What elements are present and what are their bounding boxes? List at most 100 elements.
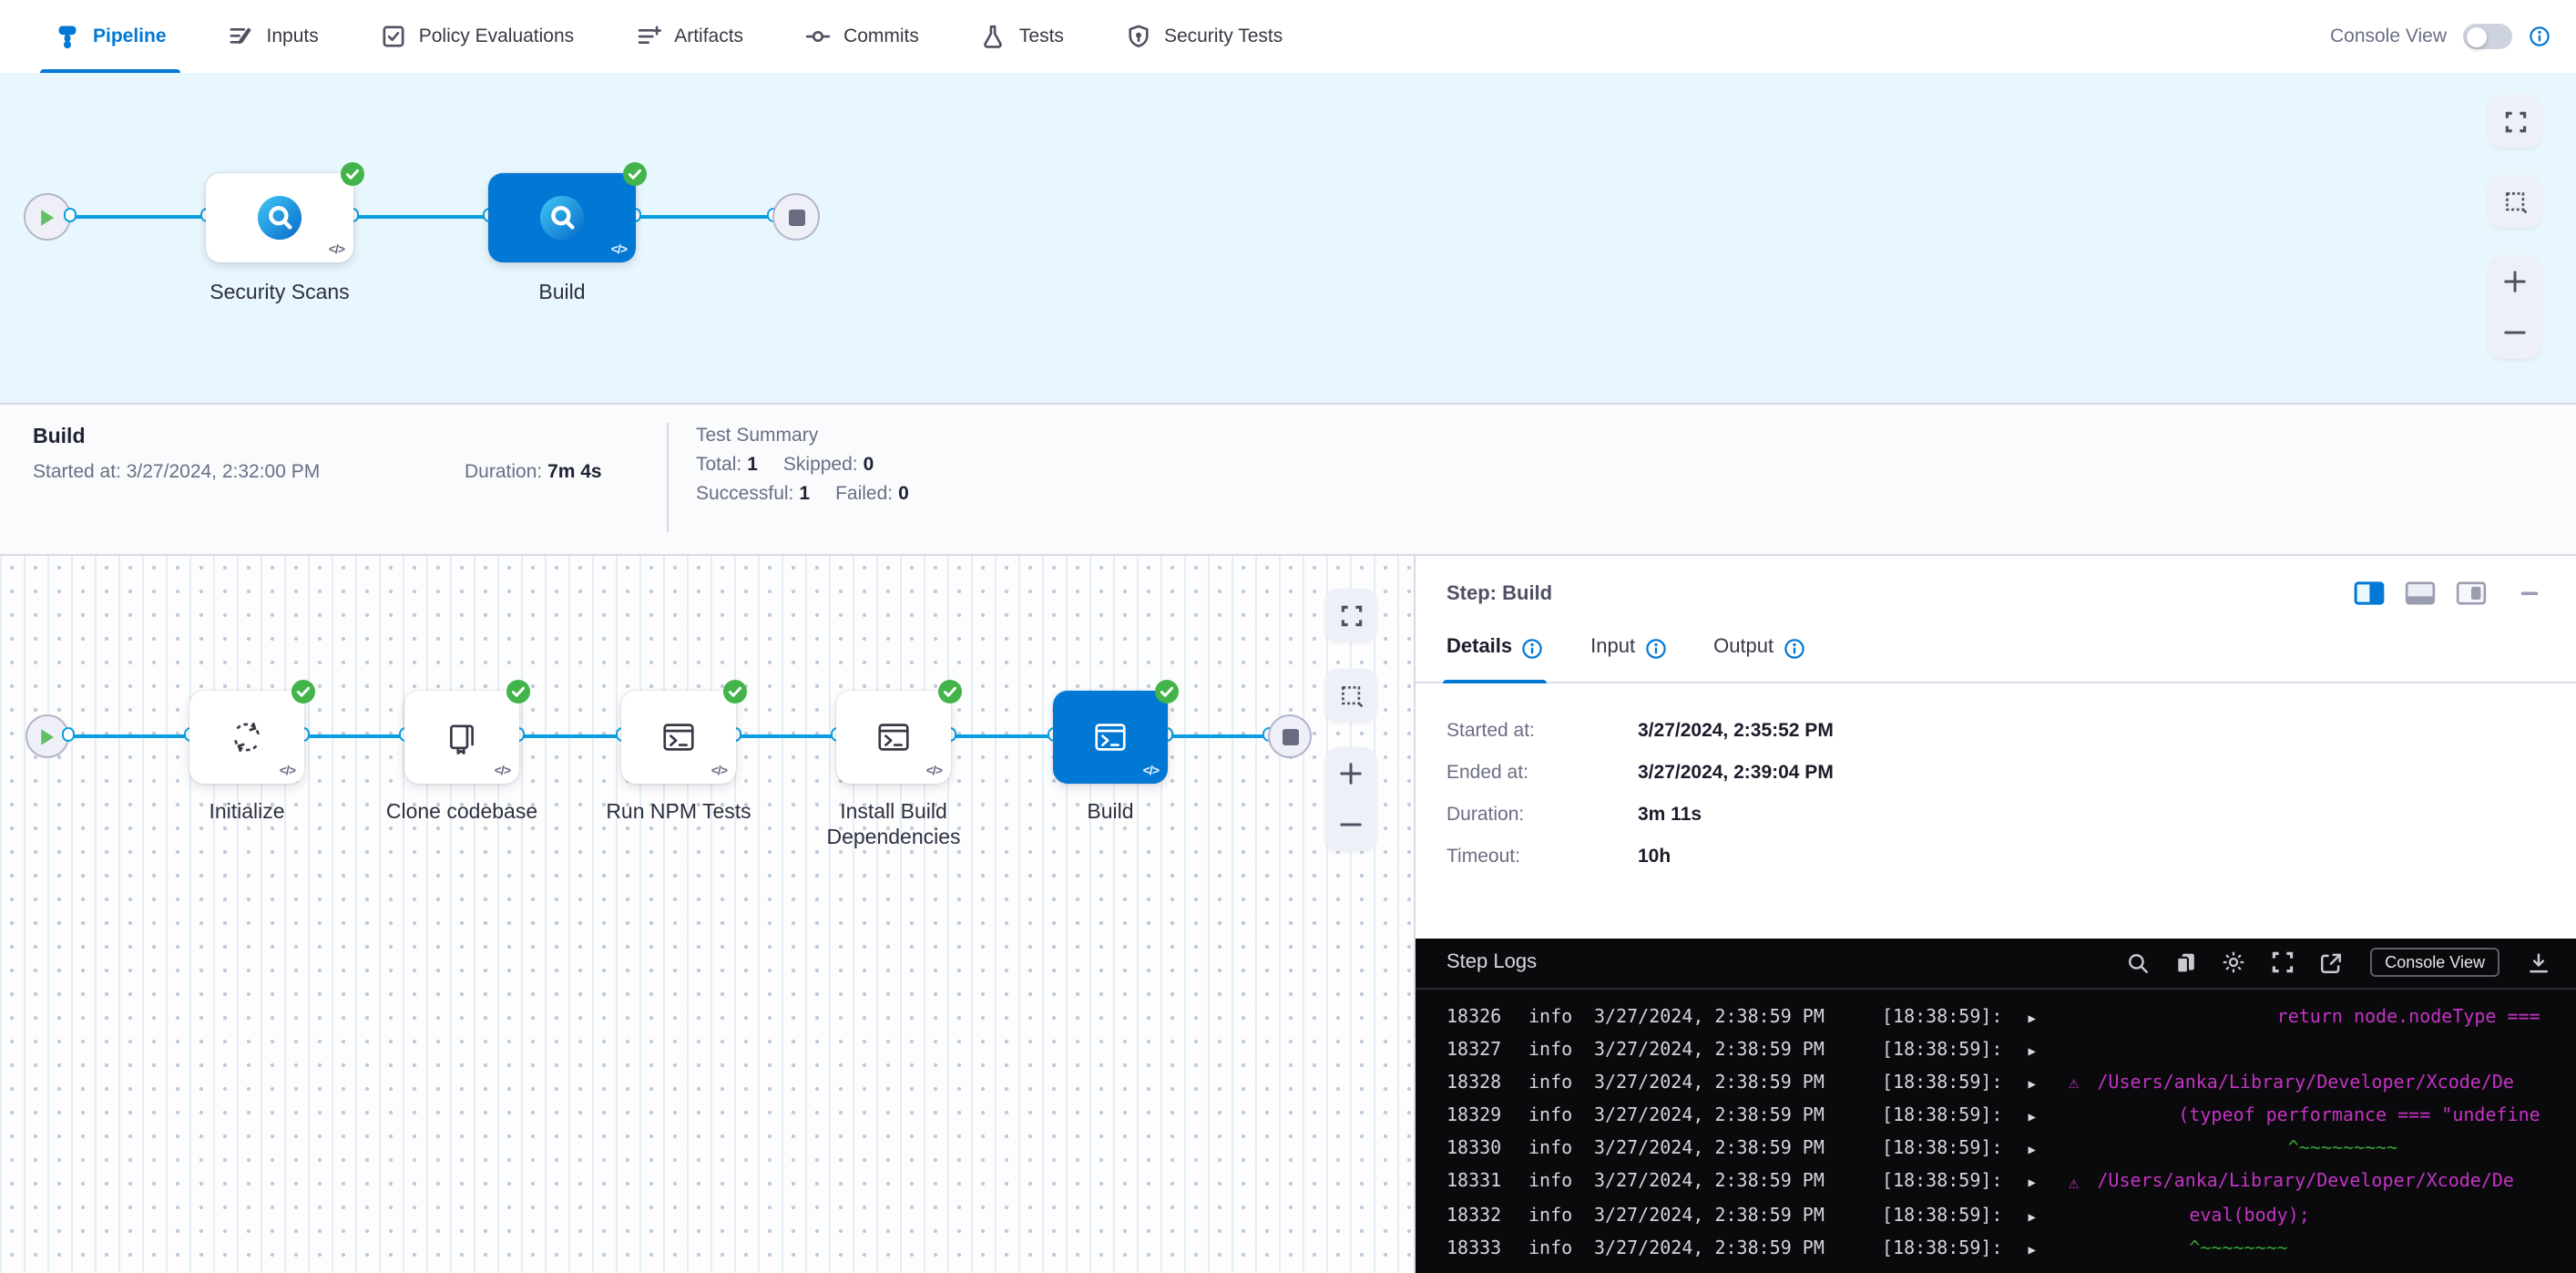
success-check-icon xyxy=(1155,680,1179,703)
copy-icon[interactable] xyxy=(2173,950,2197,974)
nav-tab-label: Policy Evaluations xyxy=(419,26,574,47)
nav-tab-inputs[interactable]: Inputs xyxy=(225,0,322,73)
nav-tab-commits[interactable]: Commits xyxy=(802,0,923,73)
log-message: eval(body); xyxy=(2069,1200,2310,1233)
step-node-run-npm-tests[interactable]: </> xyxy=(621,691,736,784)
zoom-in-button[interactable] xyxy=(1324,747,1377,799)
detail-value: 10h xyxy=(1638,846,1671,867)
log-line-number: 18327 xyxy=(1446,1034,1503,1067)
log-row: 18327info3/27/2024, 2:38:59 PM[18:38:59]… xyxy=(1446,1034,2576,1067)
info-icon[interactable] xyxy=(1644,638,1666,660)
step-node-initialize[interactable]: </> xyxy=(189,691,304,784)
console-view-toggle[interactable] xyxy=(2463,24,2512,49)
nav-tab-artifacts[interactable]: Artifacts xyxy=(632,0,747,73)
expand-arrow-icon[interactable]: ▶ xyxy=(2028,1101,2035,1134)
settings-icon[interactable] xyxy=(2221,950,2246,975)
info-icon[interactable] xyxy=(2529,26,2550,47)
panel-tab-input[interactable]: Input xyxy=(1590,634,1666,682)
console-view-button[interactable]: Console View xyxy=(2370,948,2499,977)
expand-arrow-icon[interactable]: ▶ xyxy=(2028,1200,2035,1233)
search-icon[interactable] xyxy=(2126,950,2150,974)
terminal-icon xyxy=(659,718,698,756)
fullscreen-button[interactable] xyxy=(1324,589,1377,642)
panel-tab-output[interactable]: Output xyxy=(1713,634,1804,682)
log-row: 18326info3/27/2024, 2:38:59 PM[18:38:59]… xyxy=(1446,1001,2576,1034)
log-date: 3/27/2024, 2:38:59 PM xyxy=(1594,1101,1827,1134)
stage-node-build[interactable]: </> xyxy=(488,173,636,262)
pipeline-edge xyxy=(636,215,772,219)
code-icon: </> xyxy=(329,244,344,257)
pipeline-edge xyxy=(736,734,836,738)
stage-pipeline-canvas[interactable]: </>Security Scans</>Build xyxy=(0,73,2576,405)
step-label: Install Build Dependencies xyxy=(802,800,985,853)
expand-arrow-icon[interactable]: ▶ xyxy=(2028,1001,2035,1034)
nav-tab-tests[interactable]: Tests xyxy=(977,0,1068,73)
nav-tab-policy-evaluations[interactable]: Policy Evaluations xyxy=(377,0,578,73)
nav-tab-label: Artifacts xyxy=(674,26,743,47)
zoom-in-icon xyxy=(1339,762,1363,785)
layout-right-icon[interactable] xyxy=(2354,581,2385,605)
select-button[interactable] xyxy=(1324,669,1377,722)
log-date: 3/27/2024, 2:38:59 PM xyxy=(1594,1200,1827,1233)
expand-arrow-icon[interactable]: ▶ xyxy=(2028,1068,2035,1101)
step-node-build[interactable]: </> xyxy=(1053,691,1168,784)
step-logs-body[interactable]: 18326info3/27/2024, 2:38:59 PM[18:38:59]… xyxy=(1416,989,2576,1273)
panel-tab-details[interactable]: Details xyxy=(1446,634,1543,682)
detail-row-started-at: Started at:3/27/2024, 2:35:52 PM xyxy=(1446,720,2545,762)
step-graph-canvas[interactable]: </>Initialize</>Clone codebase</>Run NPM… xyxy=(0,556,1414,1273)
nav-tab-pipeline[interactable]: Pipeline xyxy=(51,0,170,73)
code-icon: </> xyxy=(926,765,942,778)
step-node-install-build-dependencies[interactable]: </> xyxy=(836,691,951,784)
stage-label: Build xyxy=(434,281,690,307)
expand-arrow-icon[interactable]: ▶ xyxy=(2028,1167,2035,1200)
zoom-in-button[interactable] xyxy=(2489,255,2541,307)
zoom-out-button[interactable] xyxy=(2489,307,2541,359)
log-date: 3/27/2024, 2:38:59 PM xyxy=(1594,1034,1827,1067)
step-label: Run NPM Tests xyxy=(588,800,770,826)
end-node[interactable] xyxy=(772,193,820,241)
layout-bottom-icon[interactable] xyxy=(2405,581,2436,605)
step-logs-title: Step Logs xyxy=(1446,951,1537,973)
layout-float-icon[interactable] xyxy=(2456,581,2487,605)
nav-tab-security-tests[interactable]: Security Tests xyxy=(1122,0,1286,73)
log-date: 3/27/2024, 2:38:59 PM xyxy=(1594,1134,1827,1167)
log-row: 18328info3/27/2024, 2:38:59 PM[18:38:59]… xyxy=(1446,1068,2576,1101)
expand-arrow-icon[interactable]: ▶ xyxy=(2028,1034,2035,1067)
detail-row-ended-at: Ended at:3/27/2024, 2:39:04 PM xyxy=(1446,762,2545,804)
fullscreen-button[interactable] xyxy=(2489,95,2541,148)
log-line-number: 18330 xyxy=(1446,1134,1503,1167)
download-icon[interactable] xyxy=(2527,950,2550,974)
step-details: Started at:3/27/2024, 2:35:52 PMEnded at… xyxy=(1416,683,2576,888)
log-level: info xyxy=(1528,1101,1572,1134)
log-level: info xyxy=(1528,1001,1572,1034)
log-time: [18:38:59]: xyxy=(1882,1134,2002,1167)
nav-tab-label: Commits xyxy=(843,26,919,47)
step-panel-title: Step: Build xyxy=(1446,582,1552,604)
select-button[interactable] xyxy=(2489,175,2541,228)
lower-split: </>Initialize</>Clone codebase</>Run NPM… xyxy=(0,556,2576,1273)
detail-value: 3/27/2024, 2:39:04 PM xyxy=(1638,762,1834,784)
detail-label: Started at: xyxy=(1446,720,1638,742)
success-check-icon xyxy=(291,680,315,703)
console-view-control: Console View xyxy=(2330,0,2550,73)
external-link-icon[interactable] xyxy=(2319,950,2343,974)
play-icon xyxy=(38,207,56,227)
minimize-icon[interactable] xyxy=(2518,581,2541,605)
log-row: 18331info3/27/2024, 2:38:59 PM[18:38:59]… xyxy=(1446,1167,2576,1200)
expand-arrow-icon[interactable]: ▶ xyxy=(2028,1134,2035,1167)
step-node-clone-codebase[interactable]: </> xyxy=(404,691,519,784)
step-logs-toolbar: Console View xyxy=(2126,948,2550,977)
expand-arrow-icon[interactable]: ▶ xyxy=(2028,1234,2035,1267)
panel-tab-label: Details xyxy=(1446,636,1512,658)
end-node[interactable] xyxy=(1268,714,1312,758)
test-summary-title: Test Summary xyxy=(696,421,909,450)
info-icon[interactable] xyxy=(1521,638,1543,660)
log-date: 3/27/2024, 2:38:59 PM xyxy=(1594,1167,1827,1200)
stop-icon xyxy=(1282,728,1298,744)
log-time: [18:38:59]: xyxy=(1882,1234,2002,1267)
info-icon[interactable] xyxy=(1783,638,1804,660)
security-tests-icon xyxy=(1126,24,1151,49)
stage-node-security-scans[interactable]: </> xyxy=(206,173,353,262)
fullscreen-icon[interactable] xyxy=(2270,950,2295,975)
zoom-out-button[interactable] xyxy=(1324,799,1377,851)
